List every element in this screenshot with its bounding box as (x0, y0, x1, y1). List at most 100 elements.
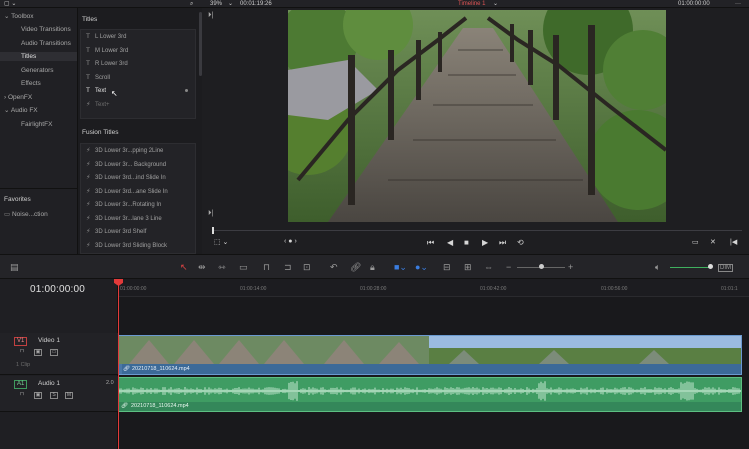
lock-icon[interactable]: 🔒︎ (370, 262, 375, 273)
title-item-r-lower-3rd[interactable]: TR Lower 3rd (81, 57, 195, 71)
volume-handle-icon[interactable] (708, 264, 713, 269)
zoom-dropdown-icon[interactable]: ⌄ (228, 0, 233, 8)
viewer-bottom-marker-icon[interactable]: ⏵| (208, 210, 213, 218)
timeline-ruler[interactable]: 01:00:00:00 01:00:14:00 01:00:28:00 01:0… (118, 279, 749, 297)
marker-color-icon[interactable]: ●⌄ (415, 262, 428, 273)
title-item-l-lower-3rd[interactable]: TL Lower 3rd (81, 30, 195, 44)
scrub-handle-icon[interactable] (212, 227, 214, 234)
fusion-title-item[interactable]: ⚡ 3D Lower 3rd Shelf (81, 225, 195, 239)
top-bar: ▢ ⌄ ⌕ 39% ⌄ 00:01:19:26 Timeline 1 ⌄ 01:… (0, 0, 749, 8)
trim-tool-icon[interactable]: ⇹ (198, 262, 206, 273)
jog-control-icon[interactable]: ‹ ● › (284, 238, 297, 245)
go-to-start-icon[interactable]: ⏮ (427, 238, 434, 248)
boardwalk-preview-image (288, 10, 666, 222)
more-options-icon[interactable]: ··· (735, 0, 741, 8)
tree-fairlightfx[interactable]: FairlightFX (21, 120, 52, 129)
stop-icon[interactable]: ■ (464, 238, 469, 247)
title-text-icon: T (86, 33, 90, 40)
record-timecode: 01:00:00:00 (678, 1, 710, 7)
loop-icon[interactable]: ⟲ (517, 238, 524, 247)
play-reverse-icon[interactable]: ◀ (447, 238, 453, 247)
overwrite-clip-icon[interactable]: ⊐ (284, 262, 292, 273)
fusion-icon: ⚡ (86, 187, 91, 195)
go-to-end-icon[interactable]: ⏭ (499, 238, 506, 248)
video-clip-label: 🔗︎ 20210718_110624.mp4 (122, 364, 741, 374)
dim-toggle-icon[interactable]: DIM (718, 264, 733, 272)
fusion-title-item[interactable]: ⚡ 3D Lower 3r...lane 3 Line (81, 212, 195, 226)
fusion-title-item[interactable]: ⚡ 3D Lower 3r... Background (81, 158, 195, 172)
audio-clip[interactable]: 🔗︎ 20210718_110624.mp4 (118, 377, 742, 412)
video-track-tag[interactable]: V1 (14, 337, 28, 346)
play-icon[interactable]: ▶ (482, 238, 488, 247)
match-frame-icon[interactable]: ▭ (692, 238, 699, 246)
zoom-slider-handle-icon[interactable] (539, 264, 544, 269)
fusion-title-item[interactable]: ⚡ 3D Lower 3rd Sliding Block (81, 239, 195, 253)
zoom-detail-icon[interactable]: ⊞ (464, 262, 472, 273)
timeline-dropdown-icon[interactable]: ⌄ (493, 0, 498, 8)
tree-effects[interactable]: Effects (21, 79, 41, 88)
tree-audio-transitions[interactable]: Audio Transitions (21, 39, 71, 48)
title-item-text-plus[interactable]: ⚡ Text+ (81, 98, 195, 112)
titles-heading: Titles (82, 16, 98, 23)
title-item-scroll[interactable]: T Scroll (81, 71, 195, 85)
flag-color-icon[interactable]: ■⌄ (394, 262, 407, 273)
track-lock-icon[interactable]: ⊓ (18, 392, 26, 399)
panel-toggle-icon[interactable]: ▢ ⌄ (4, 0, 16, 8)
video-track-name[interactable]: Video 1 (38, 337, 60, 344)
viewer-scrubber[interactable] (212, 230, 742, 231)
video-preview[interactable] (288, 10, 666, 222)
disable-video-track-icon[interactable]: ▭ (50, 349, 58, 356)
title-item-m-lower-3rd[interactable]: TM Lower 3rd (81, 44, 195, 58)
audio-track-tag[interactable]: A1 (14, 380, 28, 389)
playhead[interactable] (118, 281, 119, 449)
auto-select-icon[interactable]: ▣ (34, 392, 42, 399)
title-item-text[interactable]: T Text ↖ (81, 84, 195, 98)
video-clip[interactable]: 🔗︎ 20210718_110624.mp4 (118, 335, 742, 375)
track-lock-icon[interactable]: ⊓ (18, 349, 26, 356)
zoom-level[interactable]: 39% (210, 0, 222, 8)
timeline-view-icon[interactable]: ▤ (10, 262, 19, 273)
fusion-title-item[interactable]: ⚡ 3D Lower 3rd...ane Slide In (81, 185, 195, 199)
linked-selection-icon[interactable]: 🔗︎ (350, 262, 361, 273)
insert-clip-icon[interactable]: ⊓ (263, 262, 270, 273)
zoom-in-icon[interactable]: + (568, 262, 573, 272)
favorite-item-noise-reduction[interactable]: ▭ Noise...ction (4, 210, 48, 219)
tree-toolbox[interactable]: ⌄ Toolbox (4, 12, 34, 21)
title-text-icon: T (86, 73, 90, 81)
fusion-title-item[interactable]: ⚡ 3D Lower 3rd...ind Slide In (81, 171, 195, 185)
fusion-title-item[interactable]: ⚡ 3D Lower 3r...pping 2Line (81, 144, 195, 158)
tree-video-transitions[interactable]: Video Transitions (21, 25, 71, 34)
tree-audio-fx[interactable]: ⌄ Audio FX (4, 106, 38, 115)
tree-generators[interactable]: Generators (21, 66, 54, 75)
dynamic-trim-icon[interactable]: ⇿ (218, 262, 226, 273)
zoom-full-icon[interactable]: ⊟ (443, 262, 451, 273)
link-icon: 🔗︎ (121, 403, 128, 409)
snapping-icon[interactable]: ↶ (330, 262, 338, 273)
viewer-size-icon[interactable]: ⬚ ⌄ (214, 238, 228, 246)
solo-button[interactable]: S (50, 392, 58, 399)
volume-slider[interactable] (670, 267, 710, 268)
search-icon[interactable]: ⌕ (190, 0, 193, 8)
audio-track-name[interactable]: Audio 1 (38, 380, 60, 387)
close-viewer-icon[interactable]: ✕ (710, 238, 716, 246)
mute-button[interactable]: M (65, 392, 73, 399)
next-edit-icon[interactable]: |◀ (730, 238, 737, 246)
tree-titles[interactable]: Titles (0, 52, 77, 61)
tree-openfx[interactable]: › OpenFX (4, 93, 32, 102)
effects-tree-panel: ⌄ Toolbox Video Transitions Audio Transi… (0, 8, 78, 254)
selection-tool-icon[interactable]: ↖ (180, 262, 188, 273)
zoom-custom-icon[interactable]: ⇔ (484, 262, 493, 272)
favorite-dot-icon[interactable] (185, 89, 188, 92)
replace-clip-icon[interactable]: ⊡ (303, 262, 311, 273)
zoom-out-icon[interactable]: − (506, 262, 511, 272)
speaker-icon[interactable]: 🔈︎ (655, 262, 660, 273)
blade-tool-icon[interactable]: ▭ (239, 262, 248, 273)
fusion-title-item[interactable]: ⚡ 3D Lower 3r...Rotating In (81, 198, 195, 212)
ruler-tick: 01:00:42:00 (480, 286, 507, 292)
auto-select-icon[interactable]: ▣ (34, 349, 42, 356)
divider (0, 188, 78, 189)
timeline-timecode[interactable]: 01:00:00:00 (30, 284, 85, 295)
timeline-name[interactable]: Timeline 1 (458, 0, 485, 8)
viewer-top-marker-icon[interactable]: ⏵| (208, 12, 213, 20)
video-track-header: V1 Video 1 ⊓ ▣ ▭ 1 Clip (0, 333, 118, 375)
